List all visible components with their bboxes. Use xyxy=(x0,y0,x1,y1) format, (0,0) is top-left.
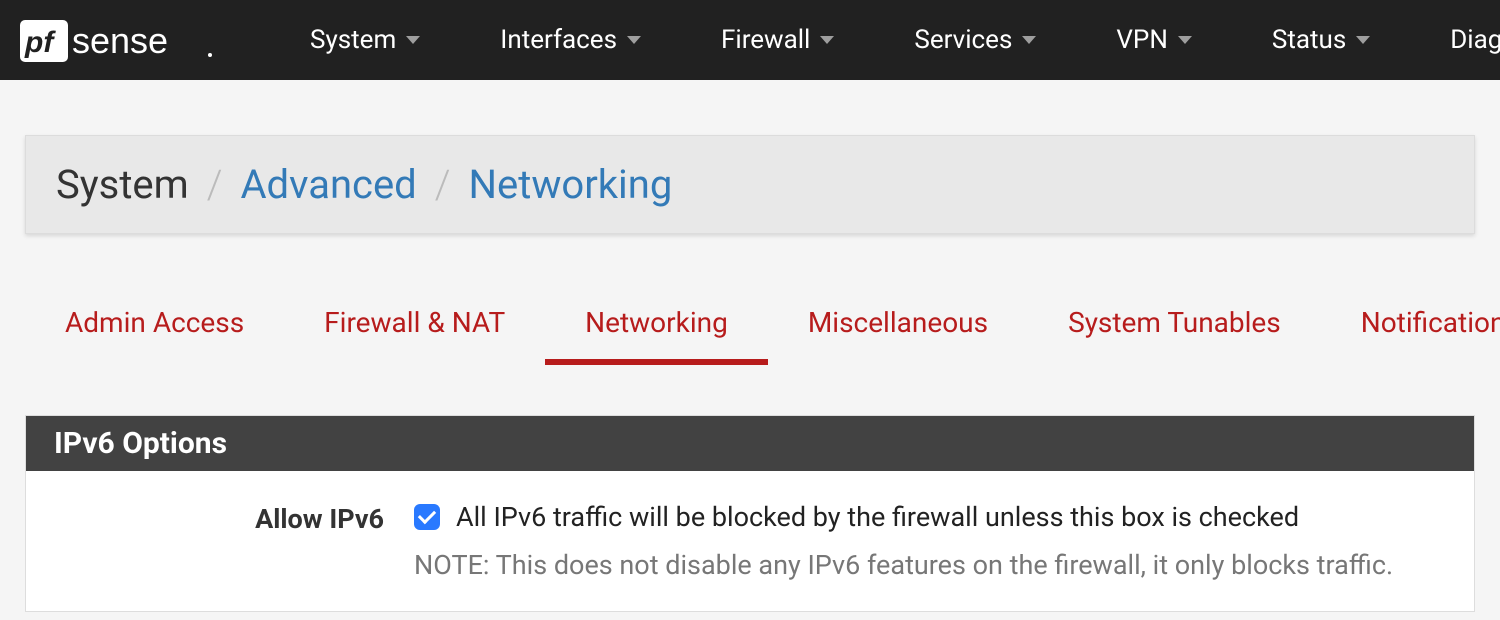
caret-down-icon xyxy=(820,36,834,44)
nav-label: Diag xyxy=(1450,25,1500,55)
caret-down-icon xyxy=(627,36,641,44)
panel-body: Allow IPv6 All IPv6 traffic will be bloc… xyxy=(26,471,1474,611)
allow-ipv6-control: All IPv6 traffic will be blocked by the … xyxy=(414,501,1446,581)
top-navbar: pf sense System Interfaces Firewall Serv… xyxy=(0,0,1500,80)
nav-label: VPN xyxy=(1116,25,1168,55)
caret-down-icon xyxy=(1356,36,1370,44)
tab-system-tunables[interactable]: System Tunables xyxy=(1028,294,1321,365)
breadcrumb-separator: / xyxy=(435,161,451,208)
tab-miscellaneous[interactable]: Miscellaneous xyxy=(768,294,1028,365)
nav-item-firewall[interactable]: Firewall xyxy=(681,25,874,55)
breadcrumb-separator: / xyxy=(207,161,223,208)
nav-label: Status xyxy=(1272,25,1346,55)
ipv6-options-panel: IPv6 Options Allow IPv6 All IPv6 traffic… xyxy=(25,415,1475,612)
tab-firewall-nat[interactable]: Firewall & NAT xyxy=(284,294,545,365)
nav-item-services[interactable]: Services xyxy=(874,25,1076,55)
allow-ipv6-description: All IPv6 traffic will be blocked by the … xyxy=(456,501,1299,533)
allow-ipv6-note: NOTE: This does not disable any IPv6 fea… xyxy=(414,549,1446,581)
nav-item-system[interactable]: System xyxy=(270,25,460,55)
tabs: Admin Access Firewall & NAT Networking M… xyxy=(25,294,1475,365)
caret-down-icon xyxy=(1178,36,1192,44)
nav-item-interfaces[interactable]: Interfaces xyxy=(460,25,681,55)
breadcrumb: System / Advanced / Networking xyxy=(25,135,1475,234)
tab-networking[interactable]: Networking xyxy=(545,294,768,365)
nav-item-status[interactable]: Status xyxy=(1232,25,1410,55)
tabs-container: Admin Access Firewall & NAT Networking M… xyxy=(25,294,1475,365)
breadcrumb-advanced-link[interactable]: Advanced xyxy=(240,161,416,208)
caret-down-icon xyxy=(406,36,420,44)
breadcrumb-networking-link[interactable]: Networking xyxy=(469,161,673,208)
nav-item-diagnostics[interactable]: Diag xyxy=(1410,25,1500,55)
pfsense-logo[interactable]: pf sense xyxy=(20,18,220,63)
nav-label: System xyxy=(310,25,396,55)
breadcrumb-root: System xyxy=(56,161,189,208)
caret-down-icon xyxy=(1022,36,1036,44)
nav-item-vpn[interactable]: VPN xyxy=(1076,25,1232,55)
svg-text:sense: sense xyxy=(72,20,168,61)
nav-menu: System Interfaces Firewall Services VPN … xyxy=(270,25,1500,55)
svg-text:pf: pf xyxy=(24,26,56,59)
tab-admin-access[interactable]: Admin Access xyxy=(25,294,284,365)
tab-notifications[interactable]: Notification xyxy=(1321,294,1500,365)
nav-label: Interfaces xyxy=(500,25,617,55)
nav-label: Services xyxy=(914,25,1012,55)
allow-ipv6-label: Allow IPv6 xyxy=(54,501,414,535)
allow-ipv6-checkbox[interactable] xyxy=(414,504,440,530)
nav-label: Firewall xyxy=(721,25,810,55)
panel-title: IPv6 Options xyxy=(26,416,1474,471)
allow-ipv6-row: Allow IPv6 All IPv6 traffic will be bloc… xyxy=(54,501,1446,581)
